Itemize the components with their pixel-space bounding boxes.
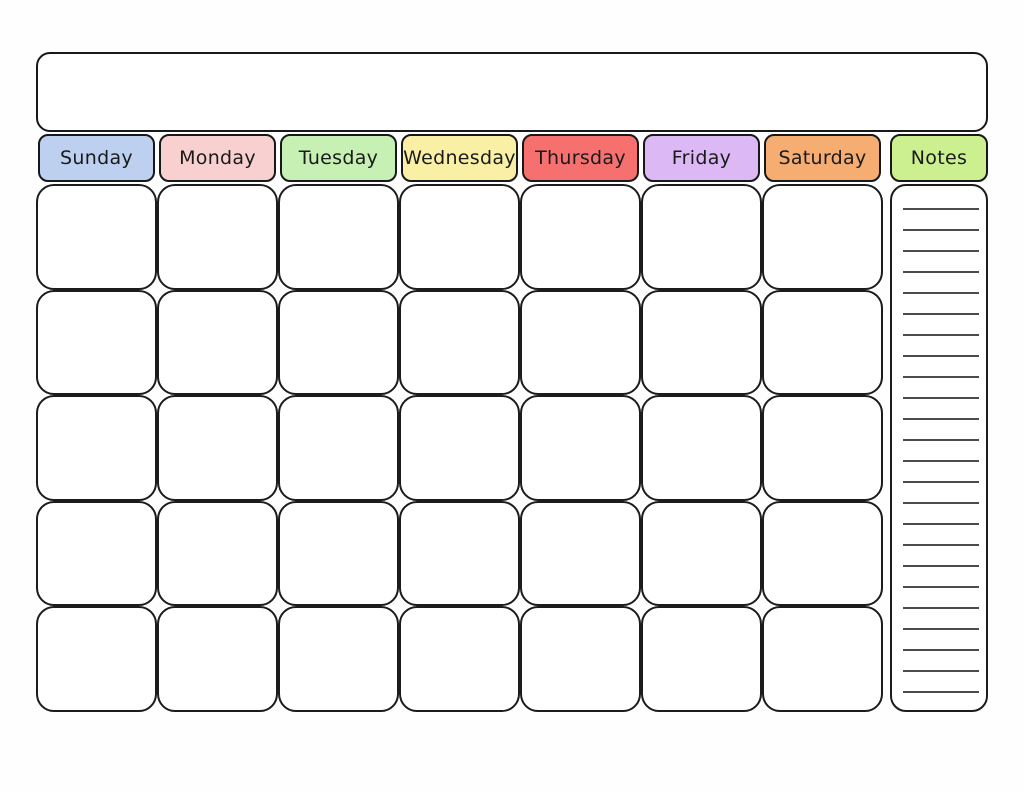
notes-rule-line[interactable] <box>903 460 979 462</box>
weekday-header-tuesday: Tuesday <box>280 134 397 182</box>
notes-rule-line[interactable] <box>903 271 979 273</box>
notes-panel[interactable] <box>890 184 988 712</box>
calendar-day-cell[interactable] <box>762 606 883 712</box>
notes-rule-line[interactable] <box>903 418 979 420</box>
calendar-day-cell[interactable] <box>641 606 762 712</box>
weekday-header-label: Thursday <box>535 147 626 169</box>
calendar-day-cell[interactable] <box>36 289 157 396</box>
calendar-day-cell[interactable] <box>520 289 641 396</box>
notes-rule-line[interactable] <box>903 691 979 693</box>
calendar-page: Sunday Monday Tuesday Wednesday Thursday Frid… <box>0 0 1024 792</box>
notes-rule-line[interactable] <box>903 313 979 315</box>
calendar-day-cell[interactable] <box>762 500 883 607</box>
calendar-day-cell[interactable] <box>399 184 520 290</box>
weekday-header-label: Wednesday <box>403 147 516 169</box>
notes-rule-line[interactable] <box>903 229 979 231</box>
notes-rule-line[interactable] <box>903 670 979 672</box>
notes-rule-line[interactable] <box>903 586 979 588</box>
calendar-day-cell[interactable] <box>278 395 399 501</box>
month-title-box[interactable] <box>36 52 988 132</box>
calendar-day-cell[interactable] <box>157 606 278 712</box>
calendar-day-cell[interactable] <box>762 395 883 501</box>
notes-rule-line[interactable] <box>903 544 979 546</box>
calendar-day-cell[interactable] <box>157 184 278 290</box>
weekday-header-thursday: Thursday <box>522 134 639 182</box>
notes-rule-line[interactable] <box>903 607 979 609</box>
calendar-day-cell[interactable] <box>157 395 278 501</box>
calendar-day-cell[interactable] <box>399 606 520 712</box>
calendar-day-cell[interactable] <box>641 184 762 290</box>
calendar-day-cell[interactable] <box>399 500 520 607</box>
calendar-day-cell[interactable] <box>520 500 641 607</box>
calendar-day-cell[interactable] <box>278 606 399 712</box>
notes-rule-line[interactable] <box>903 334 979 336</box>
weekday-header-label: Tuesday <box>298 147 379 169</box>
calendar-day-cell[interactable] <box>520 606 641 712</box>
notes-rule-line[interactable] <box>903 376 979 378</box>
calendar-day-cell[interactable] <box>36 500 157 607</box>
weekday-header-label: Monday <box>179 147 256 169</box>
weekday-header-label: Sunday <box>60 147 133 169</box>
notes-rule-line[interactable] <box>903 250 979 252</box>
calendar-day-cell[interactable] <box>520 395 641 501</box>
notes-rule-line[interactable] <box>903 355 979 357</box>
calendar-day-cell[interactable] <box>278 289 399 396</box>
notes-rule-line[interactable] <box>903 649 979 651</box>
notes-rule-line[interactable] <box>903 397 979 399</box>
calendar-grid <box>36 184 883 712</box>
calendar-day-cell[interactable] <box>36 395 157 501</box>
weekday-header-sunday: Sunday <box>38 134 155 182</box>
notes-rule-line[interactable] <box>903 502 979 504</box>
notes-rule-line[interactable] <box>903 565 979 567</box>
calendar-day-cell[interactable] <box>520 184 641 290</box>
notes-header: Notes <box>890 134 988 182</box>
calendar-day-cell[interactable] <box>641 289 762 396</box>
notes-rule-line[interactable] <box>903 439 979 441</box>
calendar-day-cell[interactable] <box>641 395 762 501</box>
calendar-day-cell[interactable] <box>641 500 762 607</box>
calendar-day-cell[interactable] <box>157 289 278 396</box>
calendar-day-cell[interactable] <box>762 184 883 290</box>
calendar-day-cell[interactable] <box>278 184 399 290</box>
calendar-day-cell[interactable] <box>278 500 399 607</box>
weekday-header-wednesday: Wednesday <box>401 134 518 182</box>
notes-rule-line[interactable] <box>903 292 979 294</box>
month-title-text <box>38 54 986 130</box>
weekday-header-friday: Friday <box>643 134 760 182</box>
calendar-day-cell[interactable] <box>36 184 157 290</box>
calendar-day-cell[interactable] <box>157 500 278 607</box>
calendar-day-cell[interactable] <box>762 289 883 396</box>
weekday-header-saturday: Saturday <box>764 134 881 182</box>
notes-rule-line[interactable] <box>903 523 979 525</box>
notes-header-label: Notes <box>910 147 968 169</box>
weekday-header-label: Friday <box>671 147 732 169</box>
weekday-header-monday: Monday <box>159 134 276 182</box>
weekday-header-row: Sunday Monday Tuesday Wednesday Thursday Frid… <box>36 134 988 182</box>
calendar-day-cell[interactable] <box>399 395 520 501</box>
calendar-day-cell[interactable] <box>36 606 157 712</box>
weekday-header-label: Saturday <box>778 147 867 169</box>
notes-rule-line[interactable] <box>903 208 979 210</box>
notes-rule-line[interactable] <box>903 481 979 483</box>
notes-rule-line[interactable] <box>903 628 979 630</box>
calendar-day-cell[interactable] <box>399 289 520 396</box>
